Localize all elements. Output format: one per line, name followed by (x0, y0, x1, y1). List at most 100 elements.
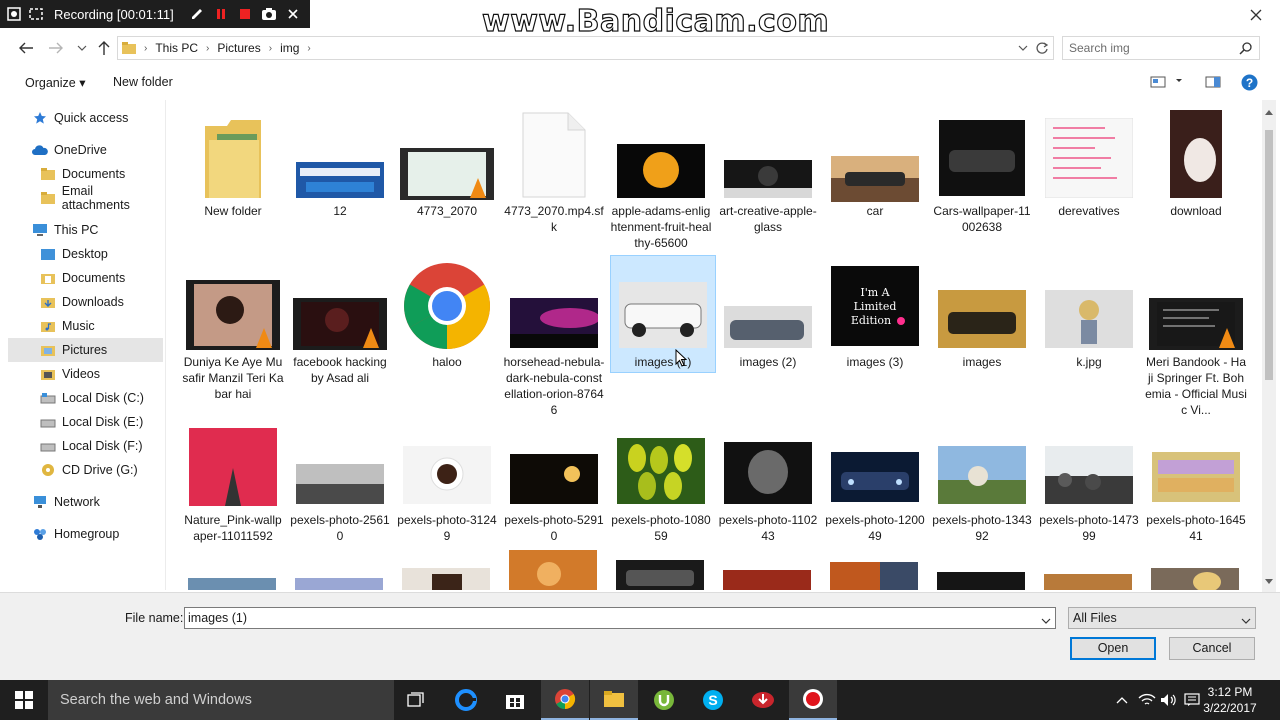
stop-button[interactable] (234, 5, 256, 23)
nav-homegroup[interactable]: Homegroup (8, 522, 163, 546)
file-tile[interactable]: images (929, 256, 1035, 386)
system-clock[interactable]: 3:12 PM 3/22/2017 (1200, 684, 1260, 716)
preview-pane-icon[interactable] (1205, 76, 1221, 91)
file-tile[interactable]: Meri Bandook - Haji Springer Ft. Bohemia… (1143, 256, 1249, 417)
file-explorer-icon[interactable] (590, 680, 638, 720)
close-recording-icon[interactable] (282, 5, 304, 23)
file-tile[interactable]: pexels-photo-110243 (715, 422, 821, 552)
file-tile[interactable]: Cars-wallpaper-11002638 (929, 108, 1035, 238)
refresh-icon[interactable] (1032, 38, 1052, 58)
nav-music[interactable]: Music (8, 314, 163, 338)
file-tile[interactable]: Duniya Ke Aye Musafir Manzil Teri Kabar … (180, 256, 286, 406)
breadcrumb-pictures[interactable]: Pictures (217, 41, 260, 55)
cloud-icon (32, 142, 48, 158)
file-tile[interactable]: pexels-photo-31249 (394, 422, 500, 552)
file-tile[interactable]: haloo (394, 256, 500, 386)
organize-button[interactable]: Organize ▾ (25, 75, 85, 90)
tray-expand-icon[interactable] (1112, 680, 1132, 720)
file-tile-selected[interactable]: images (1) (610, 255, 716, 373)
file-tile[interactable]: apple-adams-enlightenment-fruit-healthy-… (608, 108, 714, 256)
file-tile[interactable]: New folder (180, 108, 286, 228)
pause-button[interactable] (210, 5, 232, 23)
file-tile[interactable]: pexels-photo-108059 (608, 422, 714, 552)
address-bar[interactable]: › This PC › Pictures › img › (117, 36, 1054, 60)
nav-quick-access[interactable]: Quick access (8, 106, 163, 130)
store-icon[interactable] (491, 680, 539, 720)
breadcrumb-this-pc[interactable]: This PC (155, 41, 198, 55)
file-name-input[interactable]: images (1) (184, 607, 1056, 629)
open-button[interactable]: Open (1070, 637, 1156, 660)
file-name: Duniya Ke Aye Musafir Manzil Teri Kabar … (182, 355, 284, 401)
nav-onedrive-documents[interactable]: Documents (8, 162, 163, 186)
file-tile[interactable]: I'm A Limited Edition images (3) (822, 256, 928, 386)
recent-locations-chevron-icon[interactable] (72, 38, 92, 58)
file-tile[interactable]: 4773_2070.mp4.sfk (501, 108, 607, 234)
scroll-down-icon[interactable] (1265, 574, 1273, 588)
file-tile[interactable]: horsehead-nebula-dark-nebula-constellati… (501, 256, 607, 417)
file-name-dropdown-icon[interactable] (1041, 613, 1051, 633)
file-type-dropdown-icon[interactable] (1241, 613, 1251, 633)
nav-local-disk-e[interactable]: Local Disk (E:) (8, 410, 163, 434)
up-arrow-icon[interactable] (94, 38, 114, 58)
wifi-icon[interactable] (1136, 680, 1158, 720)
file-tile[interactable]: 4773_2070 (394, 108, 500, 228)
nav-email-attachments[interactable]: Email attachments (8, 184, 163, 212)
file-tile[interactable]: Nature_Pink-wallpaper-11011592 (180, 422, 286, 552)
nav-downloads[interactable]: Downloads (8, 290, 163, 314)
nav-desktop[interactable]: Desktop (8, 242, 163, 266)
vertical-scrollbar[interactable] (1262, 100, 1276, 592)
file-tile[interactable]: pexels-photo-147399 (1036, 422, 1142, 552)
file-tile[interactable]: car (822, 108, 928, 228)
search-input[interactable]: Search img (1062, 36, 1260, 60)
skype-icon[interactable]: S (689, 680, 737, 720)
bandicam-taskbar-icon[interactable] (789, 680, 837, 720)
pencil-icon[interactable] (186, 5, 208, 23)
edge-icon[interactable] (442, 680, 490, 720)
breadcrumb-img[interactable]: img (280, 41, 299, 55)
file-tile[interactable]: facebook hacking by Asad ali (287, 256, 393, 386)
nav-onedrive[interactable]: OneDrive (8, 138, 163, 162)
file-tile[interactable]: download (1143, 108, 1249, 228)
folder-icon (40, 190, 56, 206)
back-arrow-icon[interactable] (16, 38, 36, 58)
forward-arrow-icon[interactable] (46, 38, 66, 58)
scrollbar-thumb[interactable] (1265, 130, 1273, 380)
volume-icon[interactable] (1158, 680, 1180, 720)
new-folder-button[interactable]: New folder (113, 75, 173, 89)
screen-mode-icon[interactable] (28, 6, 44, 22)
close-icon[interactable] (1244, 4, 1268, 26)
cancel-button[interactable]: Cancel (1169, 637, 1255, 660)
camera-icon[interactable] (258, 5, 280, 23)
nav-this-pc[interactable]: This PC (8, 218, 163, 242)
file-tile[interactable]: pexels-photo-52910 (501, 422, 607, 552)
address-dropdown-icon[interactable] (1013, 38, 1033, 58)
file-tile[interactable]: pexels-photo-134392 (929, 422, 1035, 552)
notifications-icon[interactable] (1182, 680, 1202, 720)
file-type-select[interactable]: All Files (1068, 607, 1256, 629)
help-icon[interactable]: ? (1241, 74, 1258, 94)
windows-start-icon[interactable] (0, 680, 48, 720)
nav-cd-drive-g[interactable]: CD Drive (G:) (8, 458, 163, 482)
taskbar-search-box[interactable]: Search the web and Windows (48, 680, 394, 720)
scroll-up-icon[interactable] (1265, 104, 1273, 118)
file-tile[interactable]: k.jpg (1036, 256, 1142, 386)
file-tile[interactable]: derevatives (1036, 108, 1142, 228)
file-tile[interactable]: art-creative-apple-glass (715, 108, 821, 238)
nav-local-disk-f[interactable]: Local Disk (F:) (8, 434, 163, 458)
file-tile[interactable]: images (2) (715, 256, 821, 386)
nav-pictures[interactable]: Pictures (8, 338, 163, 362)
chrome-taskbar-icon[interactable] (541, 680, 589, 720)
file-tile[interactable]: pexels-photo-164541 (1143, 422, 1249, 552)
file-tile[interactable]: pexels-photo-120049 (822, 422, 928, 552)
file-tile[interactable]: 12 (287, 108, 393, 228)
nav-local-disk-c[interactable]: Local Disk (C:) (8, 386, 163, 410)
nav-network[interactable]: Network (8, 490, 163, 514)
downloader-icon[interactable] (739, 680, 787, 720)
change-view-icon[interactable] (1150, 76, 1166, 91)
nav-documents[interactable]: Documents (8, 266, 163, 290)
utorrent-icon[interactable] (640, 680, 688, 720)
view-dropdown-icon[interactable] (1174, 74, 1184, 88)
file-tile[interactable]: pexels-photo-25610 (287, 422, 393, 552)
task-view-icon[interactable] (392, 680, 440, 720)
nav-videos[interactable]: Videos (8, 362, 163, 386)
